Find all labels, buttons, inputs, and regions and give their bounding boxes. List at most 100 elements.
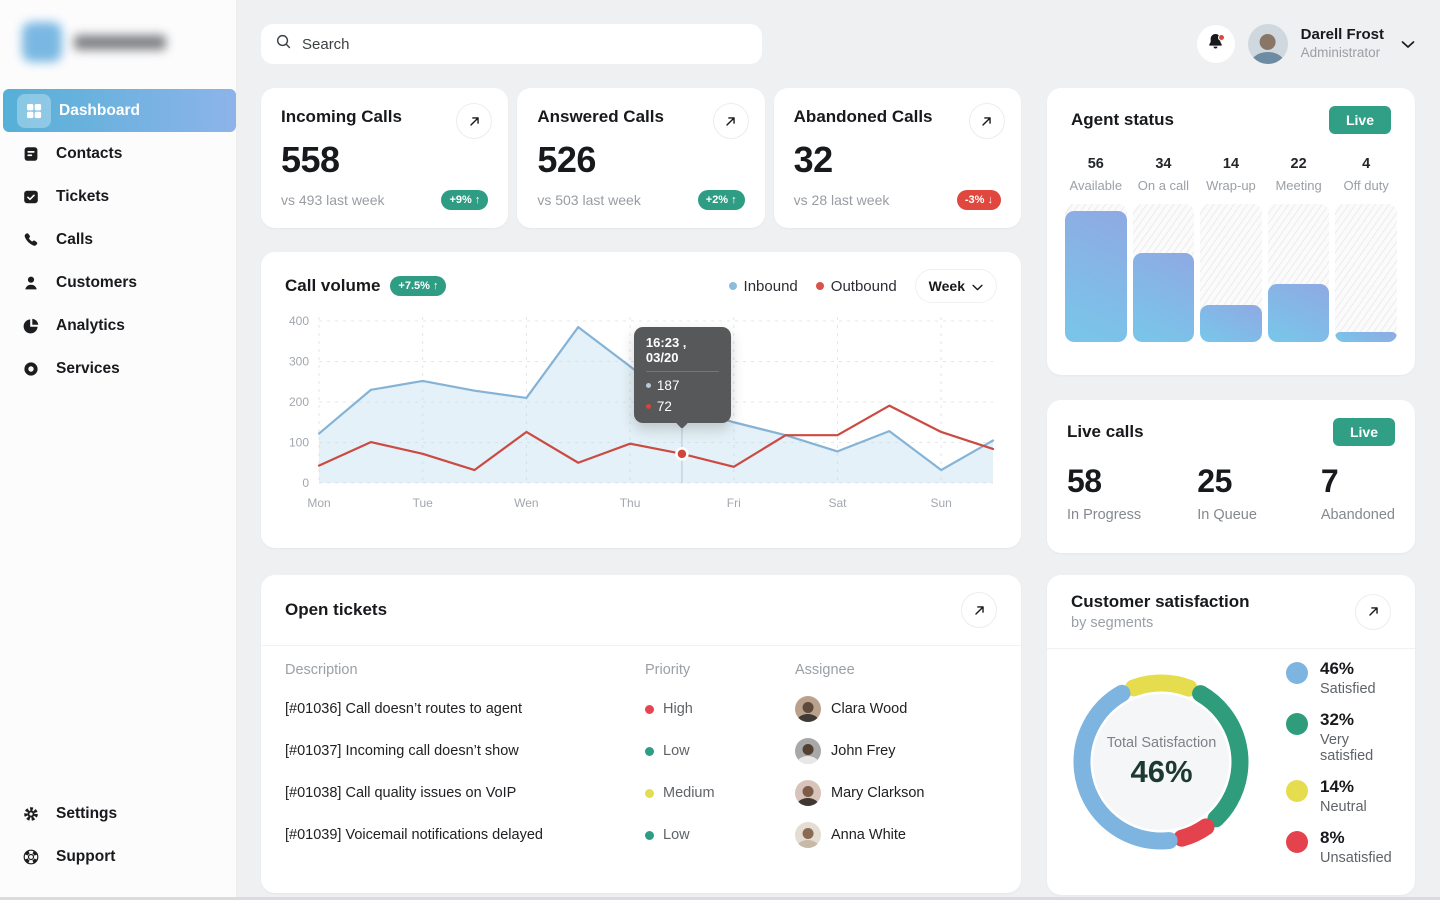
agent-bar xyxy=(1335,332,1397,342)
live-stat-value: 25 xyxy=(1197,463,1321,500)
ticket-row[interactable]: [#01036] Call doesn’t routes to agent Hi… xyxy=(285,688,997,730)
search-box[interactable] xyxy=(261,24,762,64)
sidebar-item-label: Settings xyxy=(56,805,117,823)
segment-label: Very satisfied xyxy=(1320,732,1401,764)
call-volume-trend-badge: +7.5% ↑ xyxy=(390,276,446,296)
customer-satisfaction-expand-button[interactable] xyxy=(1355,594,1391,630)
agent-count: 56 xyxy=(1065,156,1127,172)
column-header-assignee: Assignee xyxy=(795,662,997,678)
kpi-card-incoming-calls: Incoming Calls 558 vs 493 last week +9% … xyxy=(261,88,508,228)
calls-icon xyxy=(14,223,48,257)
assignee-avatar xyxy=(795,822,821,848)
segment-value: 8% xyxy=(1320,828,1392,848)
legend-item-outbound[interactable]: Outbound xyxy=(816,278,897,295)
kpi-row: Incoming Calls 558 vs 493 last week +9% … xyxy=(261,88,1021,228)
sidebar-item-services[interactable]: Services xyxy=(0,347,236,390)
agent-status-label: Wrap-up xyxy=(1200,178,1262,193)
sidebar-item-label: Dashboard xyxy=(59,102,140,120)
notification-dot xyxy=(1218,34,1225,41)
kpi-trend-badge: -3% ↓ xyxy=(957,190,1001,210)
segment-label: Unsatisfied xyxy=(1320,850,1392,866)
customer-satisfaction-body: Total Satisfaction 46% 46% Satisfied 32%… xyxy=(1047,649,1415,866)
sidebar-item-support[interactable]: Support xyxy=(0,835,236,878)
agent-status-label: Meeting xyxy=(1268,178,1330,193)
tooltip-outbound-dot xyxy=(646,404,651,409)
kpi-expand-button[interactable] xyxy=(713,103,749,139)
live-calls-header: Live calls Live xyxy=(1067,418,1395,446)
segment-value: 14% xyxy=(1320,777,1367,797)
left-column: Incoming Calls 558 vs 493 last week +9% … xyxy=(261,88,1021,895)
live-badge: Live xyxy=(1333,418,1395,446)
legend-item-inbound[interactable]: Inbound xyxy=(729,278,798,295)
sidebar-item-settings[interactable]: Settings xyxy=(0,792,236,835)
chart-legend: Inbound Outbound xyxy=(729,278,897,295)
svg-text:200: 200 xyxy=(289,395,309,409)
live-stat-label: Abandoned xyxy=(1321,507,1395,523)
sidebar-item-analytics[interactable]: Analytics xyxy=(0,304,236,347)
satisfaction-legend-item: 32% Very satisfied xyxy=(1286,710,1401,764)
live-calls-stats: 58 In Progress 25 In Queue 7 Abandoned xyxy=(1067,463,1395,523)
ticket-priority: High xyxy=(663,701,693,717)
sidebar-item-calls[interactable]: Calls xyxy=(0,218,236,261)
open-tickets-expand-button[interactable] xyxy=(961,592,997,628)
svg-text:300: 300 xyxy=(289,355,309,369)
ticket-description: [#01039] Voicemail notifications delayed xyxy=(285,827,645,843)
kpi-value: 32 xyxy=(794,139,1001,181)
priority-dot xyxy=(645,747,654,756)
ticket-row[interactable]: [#01039] Voicemail notifications delayed… xyxy=(285,814,997,856)
tooltip-time: 16:23 , 03/20 xyxy=(646,335,719,372)
satisfaction-legend-item: 14% Neutral xyxy=(1286,777,1401,815)
user-role: Administrator xyxy=(1301,45,1384,62)
brand-logo-icon xyxy=(22,22,62,62)
kpi-expand-button[interactable] xyxy=(456,103,492,139)
kpi-card-answered-calls: Answered Calls 526 vs 503 last week +2% … xyxy=(517,88,764,228)
table-body: [#01036] Call doesn’t routes to agent Hi… xyxy=(285,688,997,856)
ticket-description: [#01036] Call doesn’t routes to agent xyxy=(285,701,645,717)
sidebar-item-customers[interactable]: Customers xyxy=(0,261,236,304)
open-tickets-card: Open tickets Description Priority Assign… xyxy=(261,575,1021,893)
live-stat-value: 58 xyxy=(1067,463,1197,500)
range-select-value: Week xyxy=(929,278,965,294)
dashboard-icon xyxy=(17,94,51,128)
sidebar-item-contacts[interactable]: Contacts xyxy=(0,132,236,175)
ticket-description: [#01037] Incoming call doesn’t show xyxy=(285,743,645,759)
agent-bar-track xyxy=(1200,204,1262,342)
segment-value: 46% xyxy=(1320,659,1376,679)
sidebar-item-label: Services xyxy=(56,360,120,378)
ticket-description: [#01038] Call quality issues on VoIP xyxy=(285,785,645,801)
range-select[interactable]: Week xyxy=(915,269,997,303)
search-input[interactable] xyxy=(302,36,748,53)
topbar: Darell Frost Administrator xyxy=(261,24,1415,64)
legend-dot xyxy=(729,282,737,290)
donut-center-label: Total Satisfaction xyxy=(1107,735,1217,751)
user-avatar[interactable] xyxy=(1248,24,1288,64)
agent-status-column-meeting: 22 Meeting xyxy=(1268,156,1330,342)
user-menu-chevron-down-icon[interactable] xyxy=(1401,40,1415,49)
agent-status-label: On a call xyxy=(1133,178,1195,193)
sidebar-item-dashboard[interactable]: Dashboard xyxy=(3,89,236,132)
donut-center: Total Satisfaction 46% xyxy=(1059,660,1264,865)
kpi-expand-button[interactable] xyxy=(969,103,1005,139)
live-calls-title: Live calls xyxy=(1067,422,1144,442)
priority-dot xyxy=(645,789,654,798)
agent-status-card: Agent status Live 56 Available 34 On a c… xyxy=(1047,88,1415,375)
svg-text:Sun: Sun xyxy=(930,496,951,510)
agent-status-title: Agent status xyxy=(1071,110,1174,130)
priority-dot xyxy=(645,831,654,840)
assignee-avatar xyxy=(795,780,821,806)
live-calls-card: Live calls Live 58 In Progress 25 In Que… xyxy=(1047,400,1415,553)
notifications-button[interactable] xyxy=(1197,25,1235,63)
tooltip-inbound-value: 187 xyxy=(657,378,680,393)
legend-label: Inbound xyxy=(744,278,798,295)
kpi-compare-text: vs 503 last week xyxy=(537,192,641,208)
segment-label: Satisfied xyxy=(1320,681,1376,697)
kpi-card-abandoned-calls: Abandoned Calls 32 vs 28 last week -3% ↓ xyxy=(774,88,1021,228)
svg-text:Mon: Mon xyxy=(307,496,330,510)
customer-satisfaction-header: Customer satisfaction by segments xyxy=(1047,575,1415,649)
ticket-row[interactable]: [#01038] Call quality issues on VoIP Med… xyxy=(285,772,997,814)
sidebar-nav: Dashboard Contacts Tickets Calls Custome… xyxy=(0,89,236,390)
sidebar-item-tickets[interactable]: Tickets xyxy=(0,175,236,218)
agent-bar xyxy=(1133,253,1195,342)
ticket-row[interactable]: [#01037] Incoming call doesn’t show Low … xyxy=(285,730,997,772)
open-tickets-header: Open tickets xyxy=(261,575,1021,646)
